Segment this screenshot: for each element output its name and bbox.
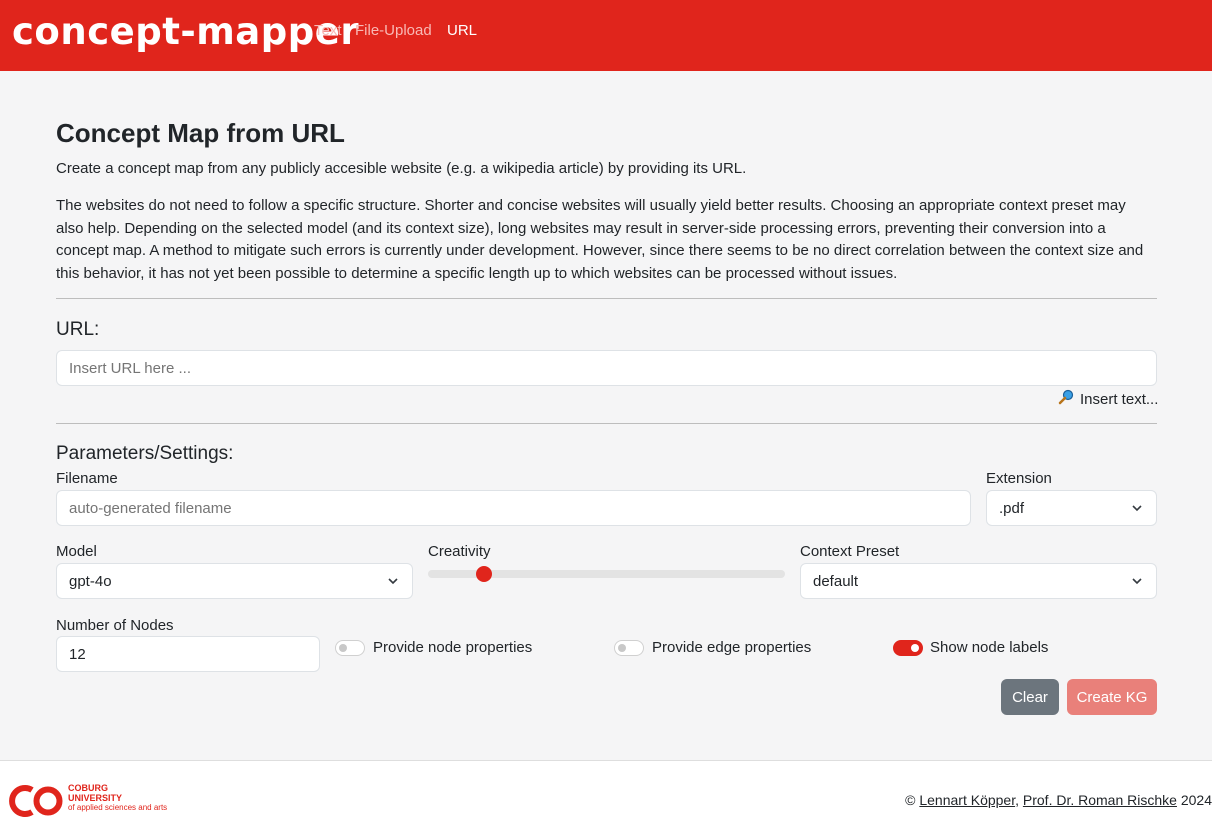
author-separator: ,	[1015, 792, 1019, 808]
node-properties-toggle[interactable]	[335, 640, 365, 656]
url-input[interactable]	[56, 350, 1157, 386]
university-name: COBURG UNIVERSITY of applied sciences an…	[68, 783, 167, 813]
filename-label: Filename	[56, 470, 118, 487]
nodes-input[interactable]: 12	[56, 636, 320, 672]
show-node-labels-label: Show node labels	[930, 639, 1049, 656]
filename-input[interactable]	[56, 490, 971, 526]
magnifier-icon	[1058, 389, 1074, 409]
brand-logo[interactable]: concept-mapper	[12, 10, 359, 53]
toggle-knob	[339, 644, 347, 652]
node-properties-label: Provide node properties	[373, 639, 533, 656]
creativity-label: Creativity	[428, 543, 491, 560]
edge-properties-toggle[interactable]	[614, 640, 644, 656]
copyright-symbol: ©	[905, 792, 916, 808]
context-preset-value: default	[813, 572, 859, 590]
page-lead: Create a concept map from any publicly a…	[56, 160, 747, 177]
divider	[56, 423, 1157, 424]
nodes-label: Number of Nodes	[56, 617, 174, 634]
model-select[interactable]: gpt-4o	[56, 563, 413, 599]
url-label: URL:	[56, 319, 100, 340]
extension-value: .pdf	[999, 499, 1025, 517]
navbar: concept-mapper Text File-Upload URL	[0, 0, 1212, 71]
toggle-knob	[911, 644, 919, 652]
creativity-slider-thumb[interactable]	[475, 566, 492, 582]
author-link-koepper[interactable]: Lennart Köpper	[919, 792, 1015, 808]
page-title: Concept Map from URL	[56, 118, 345, 148]
coburg-university-logo	[9, 785, 63, 817]
extension-label: Extension	[986, 470, 1052, 487]
insert-text-link[interactable]: Insert text...	[1058, 389, 1158, 409]
university-line2: UNIVERSITY	[68, 793, 123, 803]
edge-properties-label: Provide edge properties	[652, 639, 812, 656]
toggle-knob	[618, 644, 626, 652]
author-link-rischke[interactable]: Prof. Dr. Roman Rischke	[1023, 792, 1177, 808]
university-line1: COBURG	[68, 783, 108, 793]
chevron-down-icon	[1132, 505, 1142, 512]
divider	[56, 298, 1157, 299]
nav-link-url[interactable]: URL	[447, 22, 477, 39]
nav-link-file-upload[interactable]: File-Upload	[355, 22, 432, 39]
university-line3: of applied sciences and arts	[68, 803, 168, 812]
copyright: © Lennart Köpper, Prof. Dr. Roman Rischk…	[905, 792, 1212, 808]
chevron-down-icon	[1132, 578, 1142, 585]
nav-link-text[interactable]: Text	[314, 22, 342, 39]
chevron-down-icon	[388, 578, 398, 585]
page-description: The websites do not need to follow a spe…	[56, 197, 1144, 282]
create-kg-button[interactable]: Create KG	[1067, 679, 1157, 715]
context-preset-select[interactable]: default	[800, 563, 1157, 599]
show-node-labels-toggle[interactable]	[893, 640, 923, 656]
nodes-value: 12	[69, 645, 86, 663]
settings-heading: Parameters/Settings:	[56, 443, 234, 464]
extension-select[interactable]: .pdf	[986, 490, 1157, 526]
clear-button[interactable]: Clear	[1001, 679, 1059, 715]
context-preset-label: Context Preset	[800, 543, 900, 560]
insert-text-label: Insert text...	[1080, 390, 1159, 408]
model-value: gpt-4o	[69, 572, 112, 590]
model-label: Model	[56, 543, 97, 560]
copyright-year: 2024	[1180, 792, 1212, 808]
